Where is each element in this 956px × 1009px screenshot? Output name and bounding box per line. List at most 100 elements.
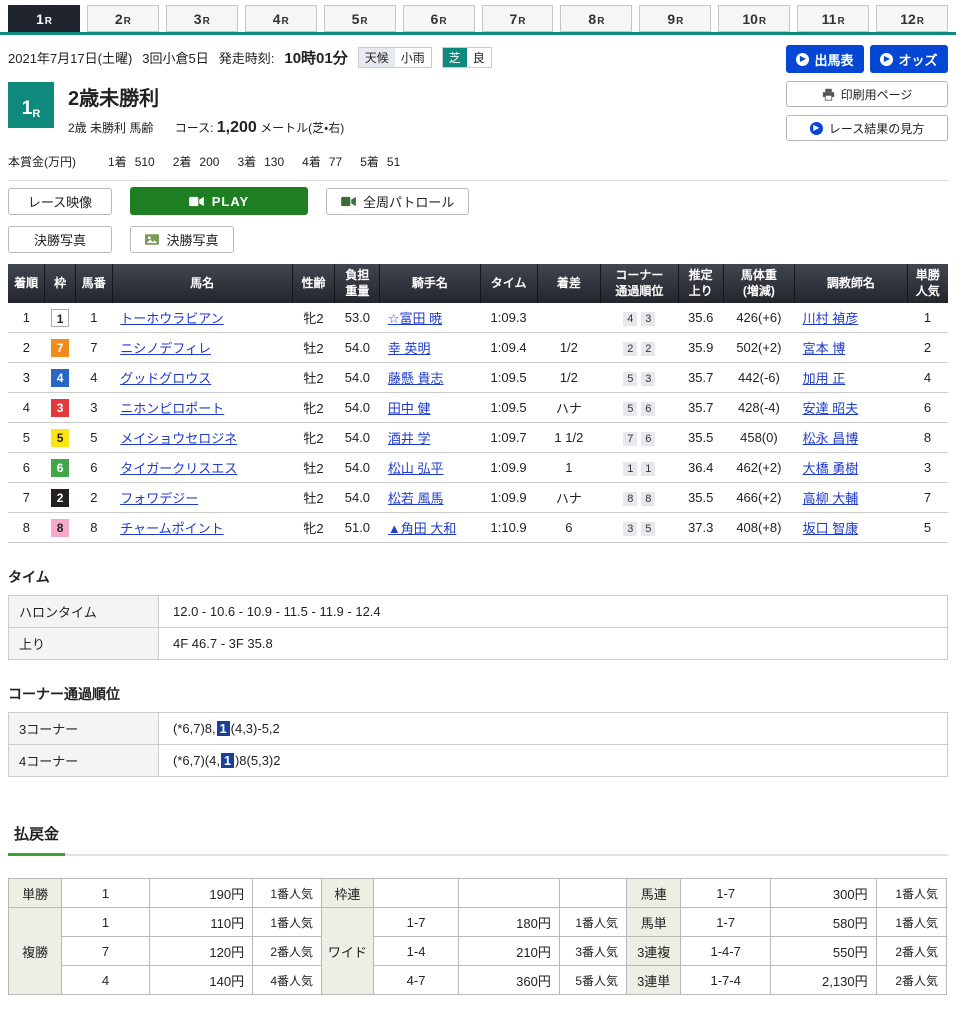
prize-amount: 130: [264, 155, 284, 169]
race-tab-9r[interactable]: 9R: [639, 5, 711, 32]
race-tab-suffix: R: [282, 16, 289, 27]
jockey-link[interactable]: 幸 英明: [388, 341, 431, 356]
trainer-link[interactable]: 高柳 大輔: [803, 491, 859, 506]
frame-badge: 2: [51, 489, 69, 507]
trainer-link[interactable]: 宮本 博: [803, 341, 846, 356]
frame-cell: 1: [45, 303, 76, 333]
corner-position: 6: [641, 402, 655, 416]
horse-link[interactable]: チャームポイント: [120, 521, 223, 536]
jockey-link[interactable]: 藤懸 貴志: [388, 371, 444, 386]
frame-cell: 7: [45, 333, 76, 363]
results-body: 111トーホウラビアン牝253.0☆富田 暁1:09.34335.6426(+6…: [8, 303, 948, 543]
race-tab-12r[interactable]: 12R: [876, 5, 948, 32]
header-actions: ▶ 出馬表 ▶ オッズ 印刷用ページ ▶ レース結果の見方: [786, 45, 948, 141]
finish-time: 1:09.3: [480, 303, 537, 333]
corner-order-pre: (*6,7)(4,: [173, 753, 220, 768]
race-tab-3r[interactable]: 3R: [166, 5, 238, 32]
frame-cell: 2: [45, 483, 76, 513]
bet-combination: 1: [62, 908, 150, 937]
race-tab-number: 5: [352, 11, 360, 27]
horse-link[interactable]: タイガークリスエス: [120, 461, 237, 476]
sex-age: 牝2: [292, 513, 335, 543]
frame-badge: 6: [51, 459, 69, 477]
race-video-button[interactable]: レース映像: [8, 188, 112, 215]
jockey-link[interactable]: ☆富田 暁: [388, 311, 442, 326]
race-tab-number: 7: [509, 11, 517, 27]
entry-table-button[interactable]: ▶ 出馬表: [786, 45, 864, 73]
jockey-link[interactable]: 田中 健: [388, 401, 431, 416]
race-tab-4r[interactable]: 4R: [245, 5, 317, 32]
margin: 1/2: [537, 363, 600, 393]
results-col-header: 馬体重 (増減): [723, 264, 795, 303]
play-button[interactable]: PLAY: [130, 187, 308, 215]
bet-type: 枠連: [322, 879, 374, 908]
jockey-link[interactable]: ▲角田 大和: [388, 521, 456, 536]
last-3f: 35.7: [678, 393, 723, 423]
corner-positions-cell: 53: [601, 363, 679, 393]
jockey-cell: 田中 健: [380, 393, 480, 423]
carried-weight: 54.0: [335, 393, 380, 423]
finish-position: 3: [8, 363, 45, 393]
race-tab-6r[interactable]: 6R: [403, 5, 475, 32]
print-page-button[interactable]: 印刷用ページ: [786, 81, 948, 107]
bet-type: 馬連: [627, 879, 681, 908]
finish-time: 1:09.9: [480, 483, 537, 513]
payout-amount: 210円: [459, 937, 560, 966]
trainer-link[interactable]: 川村 禎彦: [803, 311, 859, 326]
patrol-video-button[interactable]: 全周パトロール: [326, 188, 469, 215]
results-guide-button[interactable]: ▶ レース結果の見方: [786, 115, 948, 141]
corner-position: 1: [623, 462, 637, 476]
payout-popularity: 1番人気: [876, 908, 946, 937]
margin: 1/2: [537, 333, 600, 363]
bet-combination: 4: [62, 966, 150, 995]
corner-position: 2: [623, 342, 637, 356]
arrow-right-icon: ▶: [810, 122, 823, 135]
finish-photo-button[interactable]: 決勝写真: [8, 226, 112, 253]
finish-photo-icon-button[interactable]: 決勝写真: [130, 226, 234, 253]
trainer-link[interactable]: 大橋 勇樹: [803, 461, 859, 476]
separator: [8, 180, 948, 181]
results-col-header: 馬名: [112, 264, 292, 303]
last-3f: 35.9: [678, 333, 723, 363]
horse-link[interactable]: ニシノデフィレ: [120, 341, 211, 356]
horse-link[interactable]: メイショウセロジネ: [120, 431, 237, 446]
race-number-suffix: R: [32, 108, 40, 120]
horse-link[interactable]: トーホウラビアン: [120, 311, 223, 326]
jockey-link[interactable]: 酒井 学: [388, 431, 431, 446]
jockey-link[interactable]: 松若 風馬: [388, 491, 444, 506]
race-tab-2r[interactable]: 2R: [87, 5, 159, 32]
race-tab-1r[interactable]: 1R: [8, 5, 80, 32]
race-tab-number: 9: [667, 11, 675, 27]
horse-link[interactable]: フォワデジー: [120, 491, 198, 506]
frame-badge: 5: [51, 429, 69, 447]
body-weight: 426(+6): [723, 303, 795, 333]
race-tab-11r[interactable]: 11R: [797, 5, 869, 32]
print-page-label: 印刷用ページ: [841, 86, 913, 103]
race-tab-8r[interactable]: 8R: [560, 5, 632, 32]
trainer-link[interactable]: 安達 昭夫: [803, 401, 859, 416]
frame-cell: 3: [45, 393, 76, 423]
payout-row: 3連単1-7-42,130円2番人気: [627, 966, 947, 995]
race-tab-10r[interactable]: 10R: [718, 5, 790, 32]
trainer-link[interactable]: 坂口 智康: [803, 521, 859, 536]
prize-money-row: 本賞金(万円)1着5102着2003着1304着775着51: [8, 153, 948, 170]
trainer-link[interactable]: 松永 昌博: [803, 431, 859, 446]
horse-link[interactable]: グッドグロウス: [120, 371, 211, 386]
race-tab-7r[interactable]: 7R: [482, 5, 554, 32]
corner-positions-cell: 22: [601, 333, 679, 363]
bet-combination: 1-7-4: [681, 966, 771, 995]
payout-amount: 360円: [459, 966, 560, 995]
weather-label: 天候: [359, 48, 395, 67]
corner-section-title: コーナー通過順位: [8, 684, 948, 704]
corner-position: 3: [641, 312, 655, 326]
finish-time: 1:09.5: [480, 363, 537, 393]
trainer-link[interactable]: 加用 正: [803, 371, 846, 386]
odds-button[interactable]: ▶ オッズ: [870, 45, 948, 73]
margin: 1: [537, 453, 600, 483]
jockey-link[interactable]: 松山 弘平: [388, 461, 444, 476]
race-tab-5r[interactable]: 5R: [324, 5, 396, 32]
horse-link[interactable]: ニホンピロポート: [120, 401, 224, 416]
horse-name-cell: メイショウセロジネ: [112, 423, 292, 453]
results-col-header: コーナー 通過順位: [601, 264, 679, 303]
margin: ハナ: [537, 393, 600, 423]
